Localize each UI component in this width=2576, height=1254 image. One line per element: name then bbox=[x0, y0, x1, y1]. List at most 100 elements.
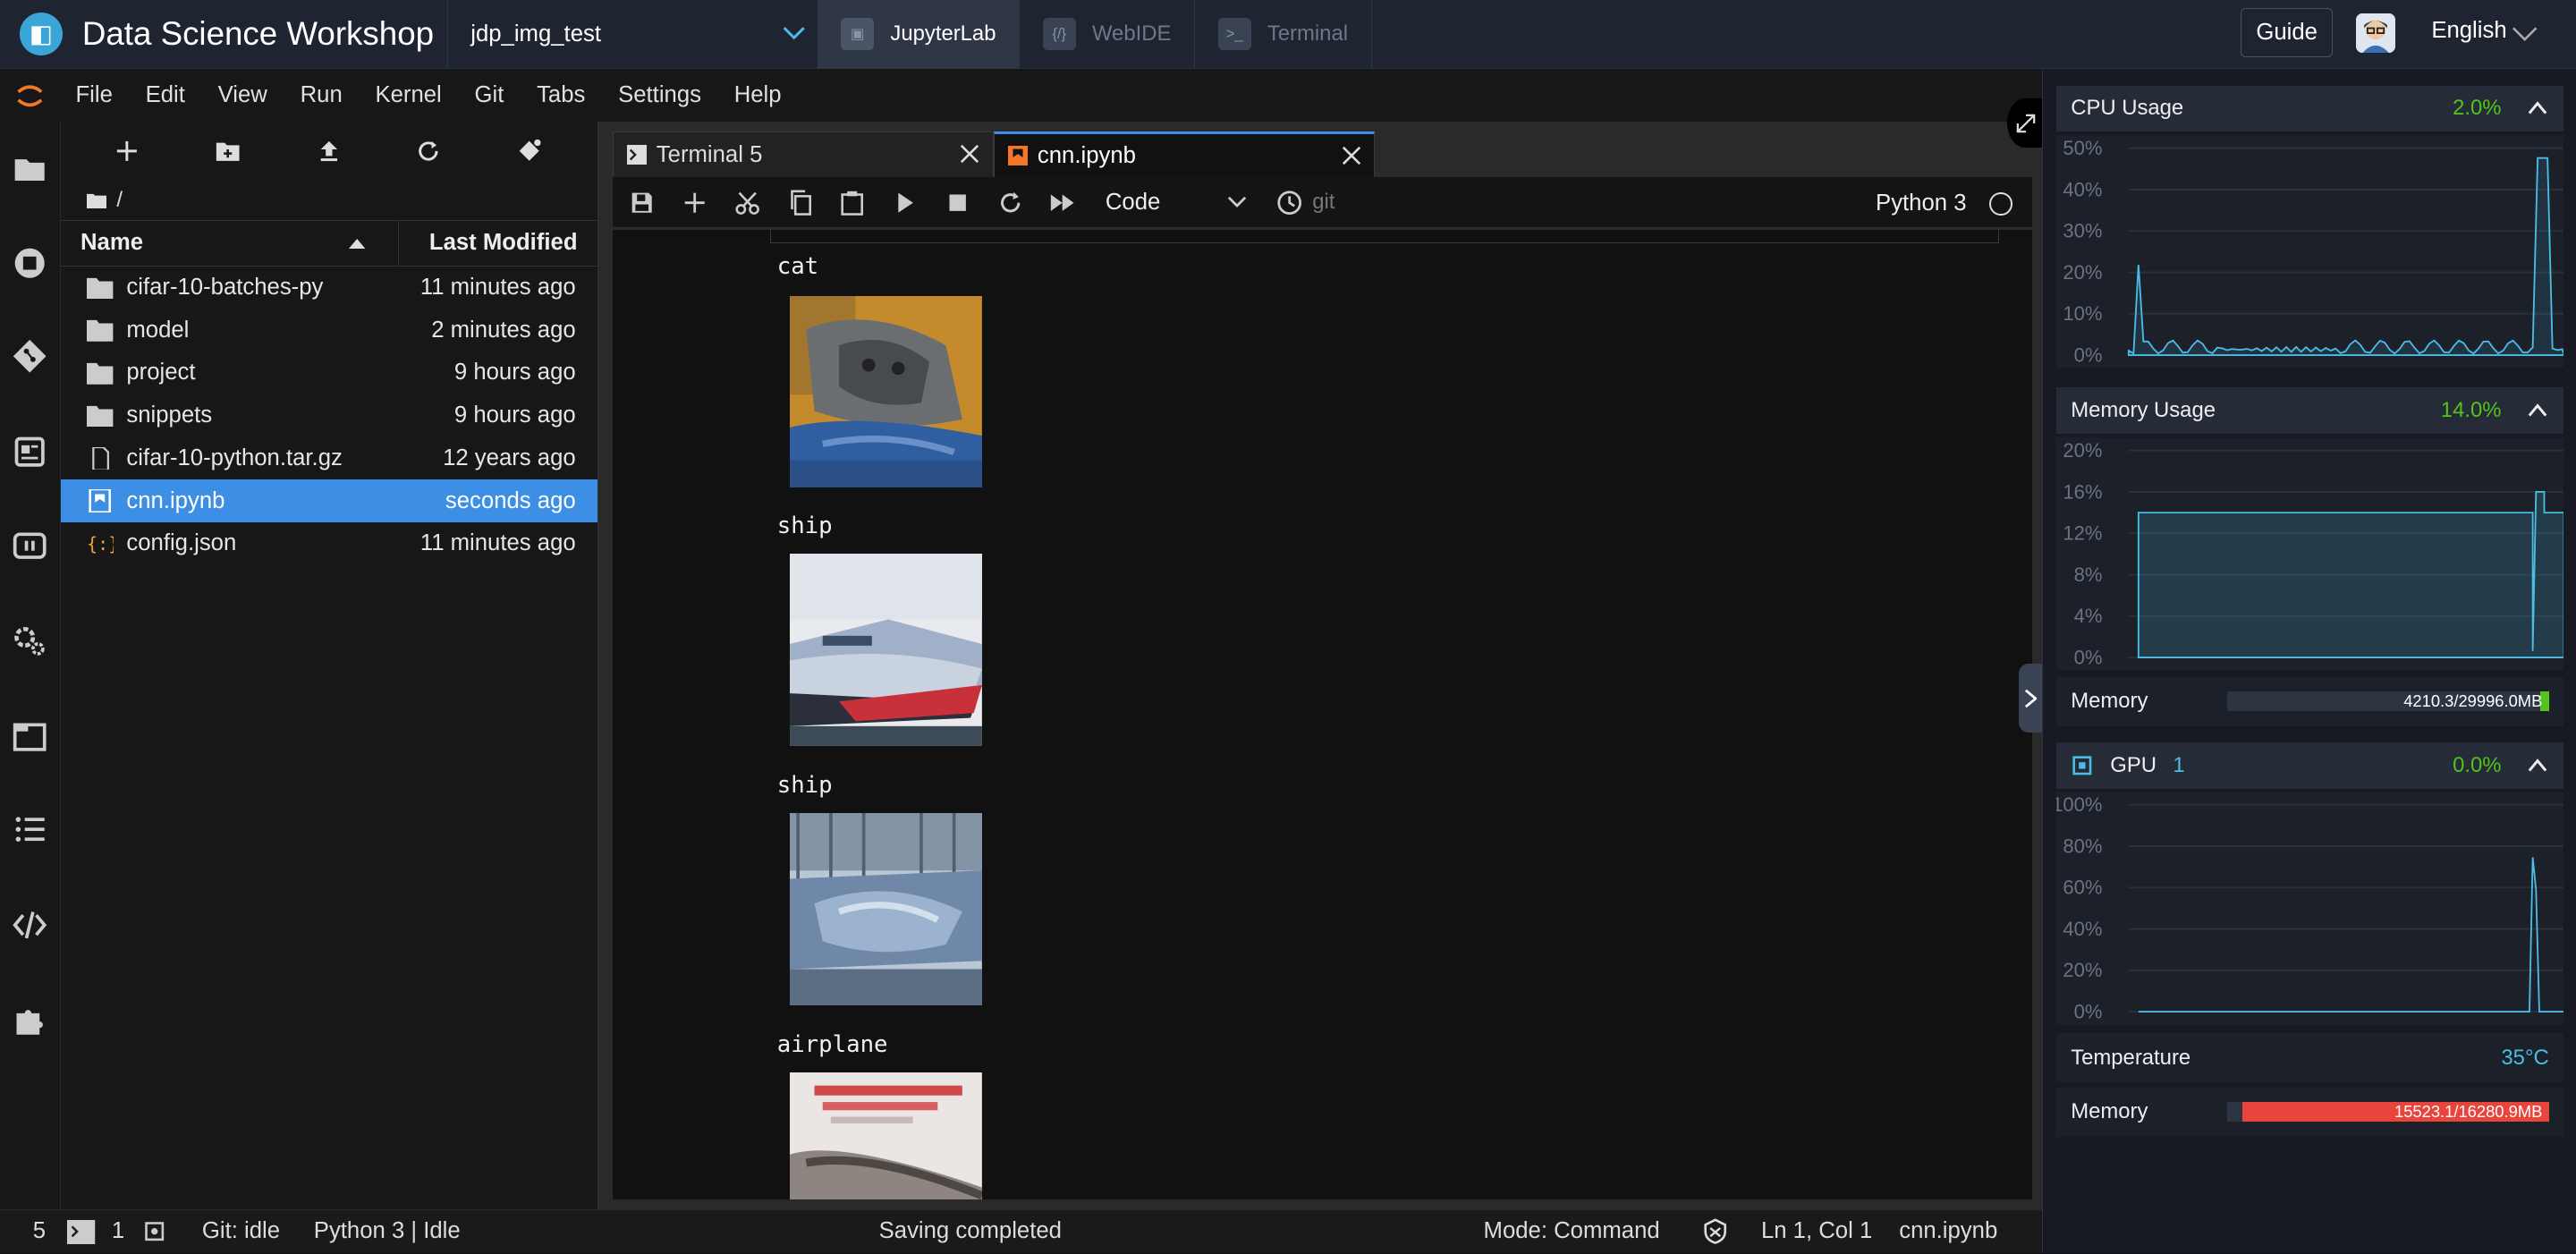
new-launcher-icon[interactable] bbox=[115, 140, 139, 163]
code-snippets-icon[interactable] bbox=[12, 907, 47, 943]
menu-file[interactable]: File bbox=[59, 82, 129, 108]
file-browser: / Name Last Modified cifar-10-batches-py… bbox=[60, 121, 598, 1209]
fast-forward-icon[interactable] bbox=[1049, 190, 1075, 216]
menu-git[interactable]: Git bbox=[458, 82, 521, 108]
chevron-up-icon[interactable] bbox=[2528, 401, 2547, 420]
trusted-shield-icon[interactable] bbox=[1702, 1218, 1728, 1244]
tab-cnn-notebook[interactable]: cnn.ipynb bbox=[994, 131, 1376, 178]
kernel-icon[interactable] bbox=[12, 528, 47, 563]
property-inspector-icon[interactable] bbox=[12, 434, 47, 470]
menu-settings[interactable]: Settings bbox=[602, 82, 718, 108]
output-label: cat bbox=[776, 252, 819, 280]
cpu-usage-header[interactable]: CPU Usage 2.0% bbox=[2055, 85, 2564, 131]
column-modified-header[interactable]: Last Modified bbox=[399, 230, 597, 256]
kernel-status[interactable]: Python 3 | Idle bbox=[314, 1218, 461, 1244]
restart-icon[interactable] bbox=[997, 190, 1023, 216]
y-tick-label: 20% bbox=[2063, 959, 2102, 981]
new-folder-icon[interactable] bbox=[215, 140, 241, 163]
y-tick-label: 40% bbox=[2063, 918, 2102, 940]
memory-usage-header[interactable]: Memory Usage 14.0% bbox=[2055, 387, 2564, 434]
app-logo-icon: ◧ bbox=[20, 13, 63, 55]
menu-edit[interactable]: Edit bbox=[129, 82, 201, 108]
column-name-header[interactable]: Name bbox=[61, 221, 400, 266]
kernel-name[interactable]: Python 3 bbox=[1876, 191, 1966, 216]
status-bar: 5 1 Git: idle Python 3 | Idle Saving com… bbox=[0, 1208, 2043, 1254]
terminal-icon: >_ bbox=[1217, 17, 1251, 51]
guide-button[interactable]: Guide bbox=[2241, 8, 2334, 58]
tab-terminal-5[interactable]: Terminal 5 bbox=[613, 131, 995, 178]
gpu-header[interactable]: GPU 1 0.0% bbox=[2055, 742, 2564, 789]
settings-gear-icon[interactable] bbox=[12, 623, 47, 658]
gpu-count: 1 bbox=[2173, 752, 2185, 777]
y-tick-label: 12% bbox=[2063, 521, 2102, 544]
editor-mode[interactable]: Mode: Command bbox=[1484, 1218, 1660, 1244]
table-of-contents-icon[interactable] bbox=[12, 811, 47, 847]
close-icon[interactable] bbox=[960, 144, 979, 164]
cursor-position[interactable]: Ln 1, Col 1 bbox=[1761, 1218, 1872, 1244]
terminal-icon bbox=[67, 1219, 96, 1245]
breadcrumb[interactable]: / bbox=[61, 181, 597, 220]
copy-icon[interactable] bbox=[787, 190, 813, 216]
terminals-count[interactable]: 5 bbox=[33, 1218, 46, 1244]
cpu-usage-chart: 50% 40% 30% 20% 10% 0% bbox=[2055, 134, 2564, 369]
collapse-panel-handle[interactable] bbox=[2019, 664, 2042, 733]
menu-kernel[interactable]: Kernel bbox=[359, 82, 458, 108]
tab-label: Terminal 5 bbox=[656, 141, 763, 167]
code-icon: {/} bbox=[1042, 17, 1076, 51]
list-item[interactable]: {:} config.json 11 minutes ago bbox=[61, 522, 597, 565]
paste-icon[interactable] bbox=[839, 190, 865, 216]
chevron-down-icon bbox=[783, 26, 805, 39]
tab-jupyterlab[interactable]: ▣ JupyterLab bbox=[818, 0, 1021, 69]
menu-tabs[interactable]: Tabs bbox=[521, 82, 602, 108]
list-item[interactable]: cifar-10-batches-py 11 minutes ago bbox=[61, 267, 597, 309]
stop-icon[interactable] bbox=[945, 190, 970, 216]
avatar[interactable] bbox=[2355, 13, 2395, 53]
chip-icon bbox=[145, 1222, 165, 1241]
add-cell-icon[interactable] bbox=[682, 190, 708, 216]
chevron-up-icon[interactable] bbox=[2528, 98, 2547, 118]
git-button[interactable]: git bbox=[1312, 190, 1335, 215]
git-clone-icon[interactable] bbox=[516, 138, 542, 164]
folder-icon[interactable] bbox=[12, 151, 47, 187]
tabs-icon[interactable] bbox=[12, 718, 47, 754]
refresh-icon[interactable] bbox=[417, 140, 440, 163]
save-icon[interactable] bbox=[629, 190, 655, 216]
running-icon[interactable] bbox=[12, 245, 47, 281]
list-item[interactable]: cifar-10-python.tar.gz 12 years ago bbox=[61, 437, 597, 480]
y-tick-label: 0% bbox=[2073, 1001, 2102, 1023]
chevron-up-icon[interactable] bbox=[2528, 756, 2547, 775]
extensions-puzzle-icon[interactable] bbox=[12, 1002, 47, 1038]
project-select[interactable]: jdp_img_test bbox=[446, 0, 818, 69]
menu-help[interactable]: Help bbox=[717, 82, 798, 108]
tab-terminal[interactable]: >_ Terminal bbox=[1195, 0, 1372, 69]
gpu-memory-row: Memory 15523.1/16280.9MB bbox=[2055, 1087, 2564, 1137]
cut-icon[interactable] bbox=[734, 190, 760, 216]
git-icon[interactable] bbox=[12, 338, 47, 374]
jupyter-logo-icon bbox=[0, 79, 59, 112]
maximize-icon[interactable] bbox=[2007, 98, 2044, 148]
language-select[interactable]: English bbox=[2431, 18, 2506, 44]
jupyterlab-icon: ▣ bbox=[841, 17, 875, 51]
chip-icon bbox=[2072, 756, 2092, 775]
list-item[interactable]: project 9 hours ago bbox=[61, 352, 597, 394]
notebook-panel[interactable]: cat ship ship airplane bbox=[613, 230, 2032, 1199]
tab-webide[interactable]: {/} WebIDE bbox=[1020, 0, 1196, 69]
menu-run[interactable]: Run bbox=[284, 82, 359, 108]
git-status[interactable]: Git: idle bbox=[202, 1218, 280, 1244]
sort-ascending-icon bbox=[349, 239, 366, 250]
clock-icon[interactable] bbox=[1276, 190, 1302, 216]
upload-icon[interactable] bbox=[318, 140, 341, 163]
close-icon[interactable] bbox=[1342, 146, 1361, 165]
kernels-count[interactable]: 1 bbox=[112, 1218, 124, 1244]
code-cell[interactable] bbox=[770, 230, 2000, 243]
tab-label: WebIDE bbox=[1091, 21, 1172, 47]
list-item[interactable]: model 2 minutes ago bbox=[61, 309, 597, 352]
memory-usage-line bbox=[2137, 490, 2564, 658]
list-item[interactable]: snippets 9 hours ago bbox=[61, 394, 597, 437]
folder-icon bbox=[87, 405, 114, 428]
run-icon[interactable] bbox=[892, 190, 918, 216]
memory-usage-title: Memory Usage bbox=[2071, 398, 2216, 423]
list-item[interactable]: cnn.ipynb seconds ago bbox=[60, 479, 597, 523]
cell-type-select[interactable]: Code bbox=[1106, 190, 1227, 216]
menu-view[interactable]: View bbox=[201, 82, 284, 108]
